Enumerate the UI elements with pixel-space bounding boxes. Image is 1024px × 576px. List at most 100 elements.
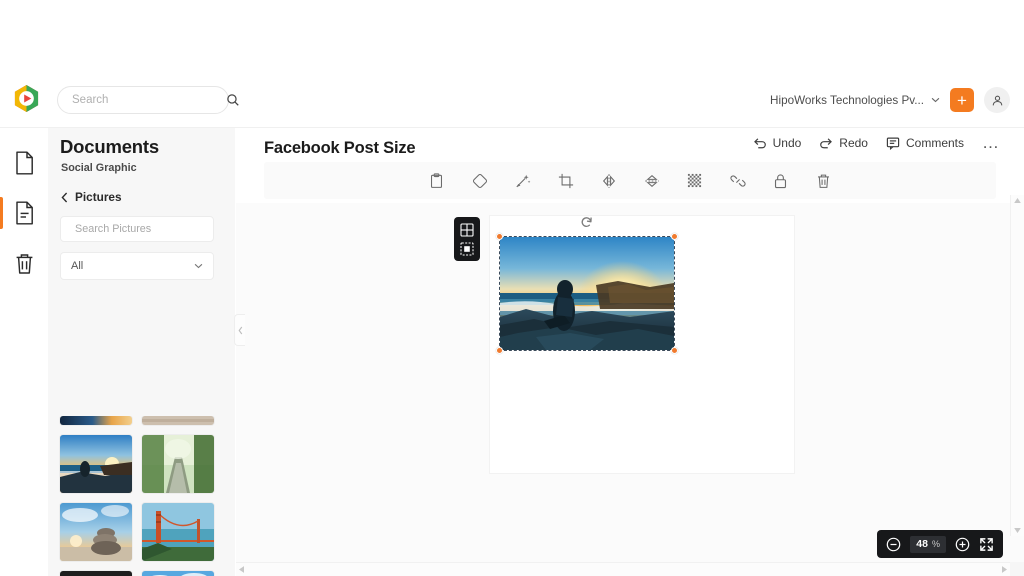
grid-icon[interactable] <box>460 222 474 237</box>
breadcrumb-label: Pictures <box>75 190 122 204</box>
canvas-workspace[interactable]: 48 % <box>236 203 1024 576</box>
file-blank-icon <box>15 151 33 175</box>
redo-arrow-icon <box>820 138 833 149</box>
rail-item-new-document[interactable] <box>0 138 48 188</box>
eraser-icon <box>472 173 487 188</box>
file-lines-icon <box>15 201 33 225</box>
chevron-left-icon <box>238 326 242 334</box>
resize-handle-top-right[interactable] <box>671 233 678 240</box>
thumb-golden-gate-bridge[interactable] <box>142 503 214 561</box>
rail-item-documents[interactable] <box>0 188 48 238</box>
fullscreen-button[interactable] <box>979 537 994 552</box>
pictures-search-input[interactable] <box>75 223 214 235</box>
zoom-percent-symbol: % <box>931 539 940 549</box>
magic-wand-icon <box>515 174 530 187</box>
thumbnail-row <box>60 571 223 576</box>
thumbnail-row <box>60 435 223 493</box>
flip-horizontal-tool-button[interactable] <box>600 172 617 189</box>
rotate-icon[interactable] <box>581 216 594 229</box>
undo-button[interactable]: Undo <box>753 136 802 150</box>
paste-tool-button[interactable] <box>428 172 445 189</box>
fullscreen-icon <box>980 537 993 551</box>
thumb-clip-sunset-sea[interactable] <box>60 416 132 425</box>
thumbnail-row <box>60 416 223 425</box>
image-toolbar <box>264 162 996 199</box>
left-icon-rail <box>0 128 48 576</box>
category-filter-select[interactable]: All <box>60 252 214 280</box>
editor-main: Facebook Post Size Undo Redo Comments … … <box>236 128 1024 576</box>
organization-selector[interactable]: HipoWorks Technologies Pv... <box>770 94 940 107</box>
resize-handle-top-left[interactable] <box>496 233 503 240</box>
chevron-down-icon <box>194 263 203 269</box>
trash-icon <box>16 253 32 274</box>
pictures-search[interactable] <box>60 216 214 242</box>
top-blank-strip <box>0 0 1024 70</box>
documents-panel: Documents Social Graphic Pictures All <box>48 128 235 576</box>
picture-thumbnail-grid <box>48 416 235 576</box>
crop-tool-button[interactable] <box>557 172 574 189</box>
delete-tool-button[interactable] <box>815 172 832 189</box>
horizontal-scrollbar[interactable] <box>236 562 1010 576</box>
scrollbar-corner <box>1010 562 1024 576</box>
search-icon <box>227 94 239 106</box>
add-new-button[interactable]: + <box>950 88 974 112</box>
scroll-up-arrow-icon[interactable] <box>1014 198 1021 203</box>
hexagon-play-logo-icon <box>14 85 38 112</box>
flip-vertical-icon <box>644 174 659 187</box>
lock-tool-button[interactable] <box>772 172 789 189</box>
zoom-value-field[interactable]: 48 % <box>910 535 946 553</box>
selected-image-sunset-woman-rocks[interactable] <box>496 217 678 354</box>
thumb-bw-waterfall[interactable] <box>60 571 132 576</box>
canvas-mini-panel <box>454 217 480 261</box>
vertical-scrollbar[interactable] <box>1010 195 1024 536</box>
app-logo[interactable] <box>2 84 50 113</box>
crop-icon <box>558 173 573 188</box>
transparency-tool-button[interactable] <box>686 172 703 189</box>
zoom-out-icon <box>887 537 901 551</box>
app-root: HipoWorks Technologies Pv... + <box>0 0 1024 576</box>
panel-title: Documents <box>60 136 159 157</box>
selected-image-content <box>500 237 674 350</box>
magic-wand-tool-button[interactable] <box>514 172 531 189</box>
thumbnail-row <box>60 503 223 561</box>
zoom-in-button[interactable] <box>955 537 970 552</box>
comments-button[interactable]: Comments <box>886 136 964 150</box>
trash-icon <box>817 174 830 188</box>
thumb-forest-path[interactable] <box>142 435 214 493</box>
resize-handle-bottom-right[interactable] <box>671 347 678 354</box>
eraser-tool-button[interactable] <box>471 172 488 189</box>
scroll-right-arrow-icon[interactable] <box>1002 566 1007 573</box>
account-button[interactable] <box>984 87 1010 113</box>
zoom-out-button[interactable] <box>886 537 901 552</box>
global-search[interactable] <box>57 86 239 114</box>
redo-label: Redo <box>839 136 868 150</box>
flip-vertical-tool-button[interactable] <box>643 172 660 189</box>
scroll-down-arrow-icon[interactable] <box>1014 528 1021 533</box>
comments-label: Comments <box>905 136 964 150</box>
panel-subtitle: Social Graphic <box>61 162 137 174</box>
redo-button[interactable]: Redo <box>819 136 868 150</box>
category-filter-value: All <box>71 260 84 272</box>
thumb-mountain-lake[interactable] <box>142 571 214 576</box>
undo-arrow-icon <box>753 138 766 149</box>
link-tool-button[interactable] <box>729 172 746 189</box>
lock-icon <box>774 173 787 188</box>
breadcrumb-back-pictures[interactable]: Pictures <box>61 190 235 204</box>
thumb-clip-sand[interactable] <box>142 416 214 425</box>
checkerboard-icon <box>687 173 702 188</box>
header-right-group: HipoWorks Technologies Pv... + <box>770 86 1010 114</box>
scroll-left-arrow-icon[interactable] <box>239 566 244 573</box>
rail-item-trash[interactable] <box>0 238 48 288</box>
chevron-left-icon <box>61 192 68 202</box>
position-frame-icon[interactable] <box>460 241 474 256</box>
panel-collapse-handle[interactable] <box>234 314 245 346</box>
thumb-stone-cairn-sunrise[interactable] <box>60 503 132 561</box>
thumb-sunset-woman-rocks[interactable] <box>60 435 132 493</box>
organization-name: HipoWorks Technologies Pv... <box>770 93 924 107</box>
search-input[interactable] <box>72 94 226 106</box>
user-icon <box>992 95 1002 105</box>
document-title: Facebook Post Size <box>264 138 416 157</box>
undo-label: Undo <box>772 136 802 150</box>
more-options-button[interactable]: … <box>982 134 1000 151</box>
resize-handle-bottom-left[interactable] <box>496 347 503 354</box>
